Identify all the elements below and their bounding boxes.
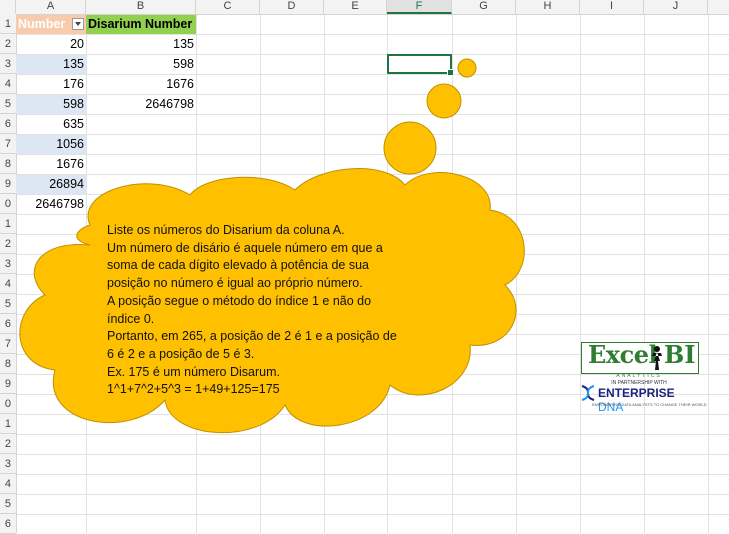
cell-number[interactable]: 1056 (16, 135, 86, 154)
row-header[interactable]: 3 (0, 454, 16, 474)
cloud-line: Um número de disário é aquele número em … (107, 240, 383, 255)
cell-number[interactable]: 176 (16, 75, 86, 94)
gridline-vertical (708, 14, 709, 533)
cell-disarium-number[interactable]: 598 (86, 55, 196, 74)
row-header[interactable]: 7 (0, 134, 16, 154)
logo-figure-icon (652, 346, 662, 370)
cloud-line: Ex. 175 é um número Disarum. (107, 364, 280, 379)
cloud-line: Portanto, em 265, a posição de 2 é 1 e a… (107, 329, 397, 344)
cloud-line: Liste os números do Disarium da coluna A… (107, 223, 345, 237)
row-header[interactable]: 6 (0, 114, 16, 134)
column-header-h[interactable]: H (516, 0, 580, 14)
fill-handle[interactable] (447, 69, 454, 76)
cloud-line: índice 0. (107, 311, 155, 326)
cloud-line: posição no número é igual ao próprio núm… (107, 276, 363, 291)
row-header[interactable]: 1 (0, 214, 16, 234)
row-header[interactable]: 8 (0, 154, 16, 174)
cell-number[interactable]: 598 (16, 95, 86, 114)
header-disarium-number[interactable]: Disarium Number (86, 15, 196, 34)
header-number[interactable]: Number (16, 15, 86, 34)
column-header-a[interactable]: A (16, 0, 86, 14)
row-header[interactable]: 0 (0, 394, 16, 414)
column-header-c[interactable]: C (196, 0, 260, 14)
cell-number[interactable]: 2646798 (16, 195, 86, 214)
row-header[interactable]: 7 (0, 334, 16, 354)
logo-frame: Excel BI (581, 340, 699, 374)
row-header[interactable]: 8 (0, 354, 16, 374)
gridline-vertical (644, 14, 645, 533)
column-header-g[interactable]: G (452, 0, 516, 14)
header-number-label: Number (18, 17, 66, 31)
row-header[interactable]: 9 (0, 374, 16, 394)
cell-number[interactable]: 20 (16, 35, 86, 54)
excel-bi-logo: Excel BI ANALYTICS IN PARTNERSHIP WITH E… (578, 340, 706, 414)
row-header[interactable]: 3 (0, 254, 16, 274)
row-header[interactable]: 5 (0, 294, 16, 314)
row-header[interactable]: 2 (0, 434, 16, 454)
column-header-e[interactable]: E (324, 0, 387, 14)
cell-number[interactable]: 26894 (16, 175, 86, 194)
dna-icon (581, 385, 595, 401)
cloud-line: 6 é 2 e a posição de 5 é 3. (107, 346, 255, 361)
row-header[interactable]: 1 (0, 414, 16, 434)
cloud-text-box[interactable]: Liste os números do Disarium da coluna A… (107, 222, 427, 399)
row-header[interactable]: 5 (0, 494, 16, 514)
gridline-vertical (516, 14, 517, 533)
cell-disarium-number[interactable]: 1676 (86, 75, 196, 94)
row-header[interactable]: 0 (0, 194, 16, 214)
column-header-d[interactable]: D (260, 0, 324, 14)
column-header-b[interactable]: B (86, 0, 196, 14)
row-header[interactable]: 4 (0, 74, 16, 94)
cell-number[interactable]: 635 (16, 115, 86, 134)
column-header-i[interactable]: I (580, 0, 644, 14)
row-header[interactable]: 5 (0, 94, 16, 114)
row-header[interactable]: 6 (0, 514, 16, 534)
row-header[interactable]: 4 (0, 474, 16, 494)
row-header[interactable]: 4 (0, 274, 16, 294)
logo-enterprise-text: ENTERPRISE (598, 386, 675, 400)
row-header[interactable]: 2 (0, 234, 16, 254)
column-header-f[interactable]: F (387, 0, 452, 14)
row-header[interactable]: 3 (0, 54, 16, 74)
row-header[interactable]: 9 (0, 174, 16, 194)
row-header[interactable]: 6 (0, 314, 16, 334)
cell-number[interactable]: 1676 (16, 155, 86, 174)
gridline-vertical (452, 14, 453, 533)
logo-tagline: EMPOWERING DATA ANALYSTS TO CHANGE THEIR… (592, 402, 707, 407)
logo-analytics-text: ANALYTICS (616, 373, 662, 379)
selected-cell-f3[interactable] (387, 54, 454, 76)
column-header-row: A B C D E F G H I J (0, 0, 729, 15)
cloud-line: 1^1+7^2+5^3 = 1+49+125=175 (107, 382, 280, 397)
row-header[interactable]: 1 (0, 14, 16, 34)
column-header-k[interactable] (708, 0, 729, 14)
logo-bi-text: BI (664, 340, 696, 369)
column-header-j[interactable]: J (644, 0, 708, 14)
row-header[interactable]: 2 (0, 34, 16, 54)
gridline-vertical (580, 14, 581, 533)
cell-number[interactable]: 135 (16, 55, 86, 74)
select-all-corner[interactable] (0, 0, 16, 14)
cloud-line: soma de cada dígito elevado à potência d… (107, 258, 369, 273)
logo-enterprise-dna: ENTERPRISE DNA (598, 386, 702, 414)
cell-disarium-number[interactable]: 135 (86, 35, 196, 54)
cloud-line: A posição segue o método do índice 1 e n… (107, 293, 372, 308)
logo-excel-text: Excel (588, 340, 658, 369)
cell-disarium-number[interactable]: 2646798 (86, 95, 196, 114)
filter-dropdown-button[interactable] (72, 18, 84, 30)
